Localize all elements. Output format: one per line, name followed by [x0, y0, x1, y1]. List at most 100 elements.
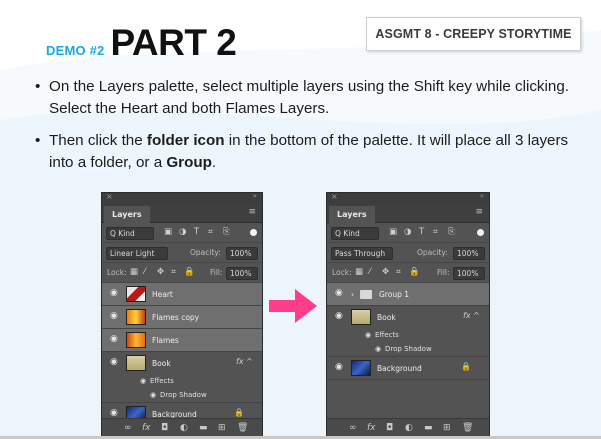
- link-layers-icon[interactable]: ∞: [349, 423, 357, 433]
- panel-titlebar: × »: [327, 193, 489, 204]
- opacity-field[interactable]: 100%: [226, 247, 258, 260]
- new-layer-icon[interactable]: ⊞: [218, 423, 226, 433]
- layer-heart[interactable]: ◉ Heart: [102, 283, 262, 306]
- panel-menu-icon[interactable]: ≡: [475, 207, 483, 217]
- add-style-icon[interactable]: fx: [142, 423, 151, 433]
- smart-object-filter-icon[interactable]: ⎘: [223, 227, 230, 237]
- close-icon[interactable]: ×: [331, 193, 338, 201]
- background-swoosh: [0, 30, 601, 439]
- drop-shadow-label: Drop Shadow: [385, 345, 432, 353]
- type-filter-icon[interactable]: T: [419, 227, 424, 237]
- opacity-label: Opacity:: [190, 248, 221, 257]
- layers-panel-before: × » Layers ≡ Q Kind ▣ ◑ T ⌗ ⎘ Linear Lig…: [101, 192, 263, 439]
- smart-object-filter-icon[interactable]: ⎘: [448, 227, 455, 237]
- lock-position-icon[interactable]: ✥: [157, 267, 164, 277]
- adjustment-filter-icon[interactable]: ◑: [179, 227, 186, 237]
- layer-effects-icon[interactable]: fx ^: [236, 357, 253, 366]
- kind-filter-select[interactable]: Q Kind: [331, 227, 379, 240]
- trash-icon[interactable]: 🗑: [462, 423, 473, 433]
- slide: DEMO #2 PART 2 ASGMT 8 - CREEPY STORYTIM…: [0, 0, 601, 439]
- fill-field[interactable]: 100%: [226, 267, 258, 280]
- layer-effects-icon[interactable]: fx ^: [463, 311, 480, 320]
- visibility-eye-icon[interactable]: ◉: [335, 288, 343, 298]
- blend-mode-select[interactable]: Pass Through: [331, 247, 393, 260]
- effects-eye-icon[interactable]: ◉: [140, 377, 146, 385]
- layer-flames-copy[interactable]: ◉ Flames copy: [102, 306, 262, 329]
- drop-shadow-eye-icon[interactable]: ◉: [150, 391, 156, 399]
- instruction-text: On the Layers palette, select multiple l…: [49, 78, 570, 117]
- layer-group-1[interactable]: ◉ › Group 1: [327, 283, 489, 306]
- new-group-folder-icon[interactable]: ▬: [424, 423, 433, 433]
- lock-image-icon[interactable]: ⁄: [144, 267, 145, 277]
- visibility-eye-icon[interactable]: ◉: [110, 334, 118, 344]
- visibility-eye-icon[interactable]: ◉: [110, 311, 118, 321]
- layer-book[interactable]: ◉ Book fx ^: [102, 352, 262, 375]
- fill-label: Fill:: [210, 268, 223, 277]
- adjustment-layer-icon[interactable]: ◐: [180, 423, 188, 433]
- instruction-list: • On the Layers palette, select multiple…: [33, 76, 578, 184]
- visibility-eye-icon[interactable]: ◉: [335, 311, 343, 321]
- collapse-icon[interactable]: »: [253, 193, 257, 200]
- layer-name: Flames copy: [152, 313, 200, 322]
- visibility-eye-icon[interactable]: ◉: [110, 288, 118, 298]
- visibility-eye-icon[interactable]: ◉: [110, 357, 118, 367]
- assignment-badge: ASGMT 8 - CREEPY STORYTIME: [366, 17, 581, 51]
- effects-label: Effects: [150, 377, 174, 385]
- lock-all-icon[interactable]: 🔒: [409, 267, 420, 277]
- shape-filter-icon[interactable]: ⌗: [208, 227, 213, 237]
- layer-thumbnail-book: [126, 355, 146, 371]
- lock-transparency-icon[interactable]: ▦: [355, 267, 363, 277]
- panel-tab-row: Layers ≡: [327, 204, 489, 223]
- tab-layers[interactable]: Layers: [329, 206, 375, 223]
- layer-name: Flames: [152, 336, 179, 345]
- add-style-icon[interactable]: fx: [367, 423, 376, 433]
- lock-all-icon[interactable]: 🔒: [184, 267, 195, 277]
- filter-row: Q Kind ▣ ◑ T ⌗ ⎘: [102, 223, 262, 243]
- instruction-item-1: • On the Layers palette, select multiple…: [33, 76, 578, 120]
- add-mask-icon[interactable]: ◘: [161, 423, 168, 433]
- layer-thumbnail-heart: [126, 286, 146, 302]
- drop-shadow-eye-icon[interactable]: ◉: [375, 345, 381, 353]
- layer-name: Group 1: [379, 290, 409, 299]
- blend-mode-select[interactable]: Linear Light: [106, 247, 168, 260]
- layer-book[interactable]: ◉ Book fx ^: [327, 306, 489, 329]
- type-filter-icon[interactable]: T: [194, 227, 199, 237]
- layers-panel-after: × » Layers ≡ Q Kind ▣ ◑ T ⌗ ⎘ Pass Throu…: [326, 192, 490, 439]
- adjustment-layer-icon[interactable]: ◐: [405, 423, 413, 433]
- layer-name: Book: [377, 313, 396, 322]
- tab-layers[interactable]: Layers: [104, 206, 150, 223]
- visibility-eye-icon[interactable]: ◉: [110, 408, 118, 418]
- panel-tab-row: Layers ≡: [102, 204, 262, 223]
- lock-artboard-icon[interactable]: ⌗: [171, 267, 176, 277]
- add-mask-icon[interactable]: ◘: [386, 423, 393, 433]
- collapse-icon[interactable]: »: [480, 193, 484, 200]
- link-layers-icon[interactable]: ∞: [124, 423, 132, 433]
- instruction-text: .: [211, 154, 217, 171]
- lock-artboard-icon[interactable]: ⌗: [396, 267, 401, 277]
- kind-filter-select[interactable]: Q Kind: [106, 227, 154, 240]
- trash-icon[interactable]: 🗑: [237, 423, 248, 433]
- new-layer-icon[interactable]: ⊞: [443, 423, 451, 433]
- pixel-filter-icon[interactable]: ▣: [389, 227, 397, 237]
- filter-toggle-icon[interactable]: [477, 229, 484, 236]
- lock-transparency-icon[interactable]: ▦: [130, 267, 138, 277]
- new-group-folder-icon[interactable]: ▬: [199, 423, 208, 433]
- opacity-label: Opacity:: [417, 248, 448, 257]
- close-icon[interactable]: ×: [106, 193, 113, 201]
- pixel-filter-icon[interactable]: ▣: [164, 227, 172, 237]
- lock-row: Lock: ▦ ⁄ ✥ ⌗ 🔒 Fill: 100%: [102, 263, 262, 283]
- panel-menu-icon[interactable]: ≡: [248, 207, 256, 217]
- opacity-field[interactable]: 100%: [453, 247, 485, 260]
- blend-row: Linear Light Opacity: 100%: [102, 243, 262, 263]
- effects-eye-icon[interactable]: ◉: [365, 331, 371, 339]
- fill-field[interactable]: 100%: [453, 267, 485, 280]
- lock-position-icon[interactable]: ✥: [382, 267, 389, 277]
- visibility-eye-icon[interactable]: ◉: [335, 362, 343, 372]
- group-expand-chevron-icon[interactable]: ›: [351, 290, 354, 299]
- lock-image-icon[interactable]: ⁄: [369, 267, 370, 277]
- layer-flames[interactable]: ◉ Flames: [102, 329, 262, 352]
- filter-toggle-icon[interactable]: [250, 229, 257, 236]
- adjustment-filter-icon[interactable]: ◑: [404, 227, 411, 237]
- layer-background[interactable]: ◉ Background 🔒: [327, 357, 489, 380]
- shape-filter-icon[interactable]: ⌗: [433, 227, 438, 237]
